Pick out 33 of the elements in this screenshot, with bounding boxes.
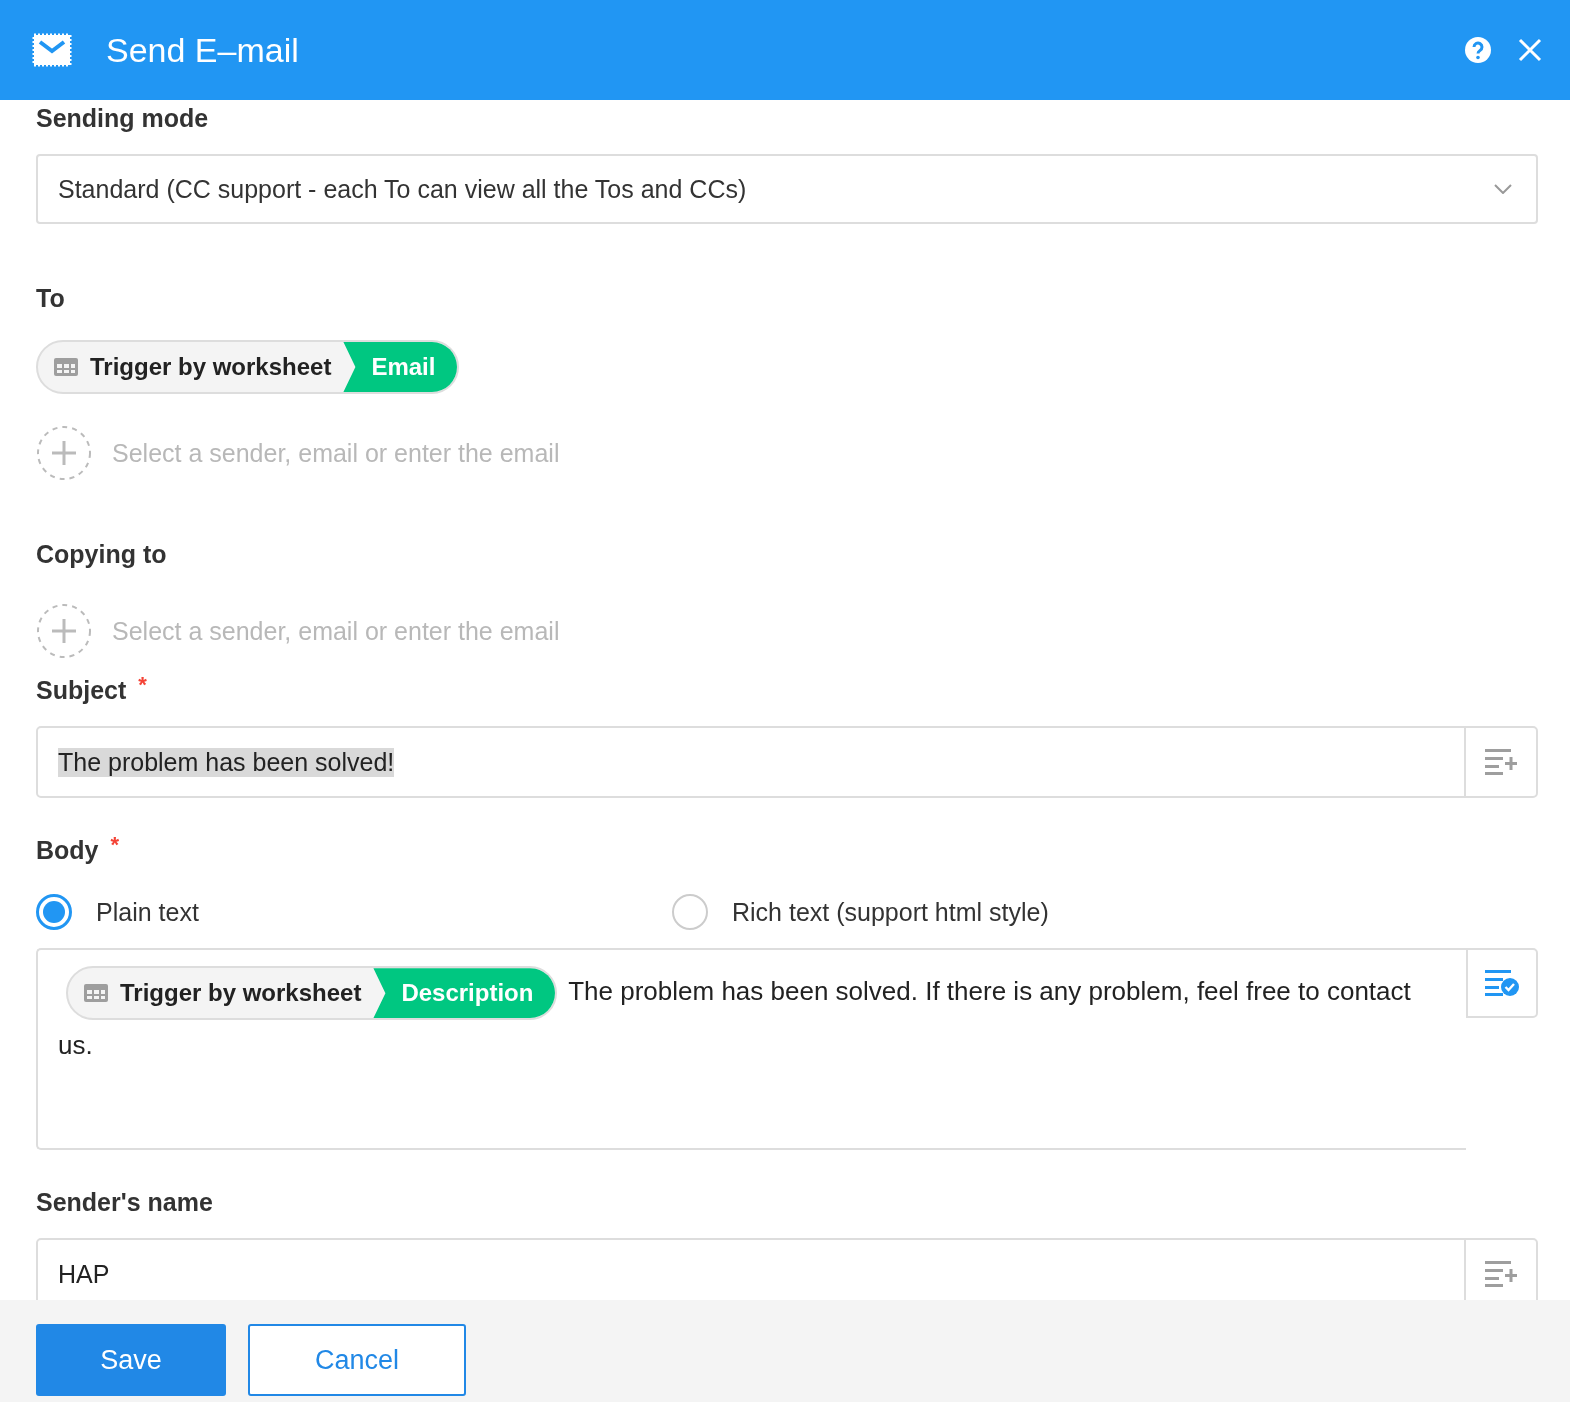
radio-button[interactable] <box>36 894 72 930</box>
required-mark: * <box>138 672 147 698</box>
token-source: Trigger by worksheet <box>90 353 333 381</box>
help-icon[interactable] <box>1464 36 1492 64</box>
radio-label[interactable]: Rich text (support html style) <box>732 897 1049 927</box>
table-icon <box>54 358 78 376</box>
list-check-icon <box>1485 970 1519 996</box>
recipient-input[interactable]: Select a sender, email or enter the email <box>112 616 812 646</box>
field-label: Sender's name <box>36 1187 213 1217</box>
add-icon[interactable] <box>36 603 92 659</box>
table-icon <box>84 984 108 1003</box>
dialog-title: Send E–mail <box>106 30 300 70</box>
cancel-button[interactable]: Cancel <box>248 1324 466 1396</box>
recipient-input[interactable]: Select a sender, email or enter the email <box>112 438 812 468</box>
field-label: Copying to <box>36 539 167 569</box>
field-label: To <box>36 283 65 313</box>
field-options-button[interactable] <box>1466 948 1538 1018</box>
field-label: Body <box>36 835 99 865</box>
body-editor[interactable]: Trigger by worksheet Description The problem has been solved. If there is any problem, feel free to contact us. <box>36 948 1466 1150</box>
sending-mode-dropdown[interactable]: Standard (CC support - each To can view all the Tos and CCs) <box>36 154 1538 224</box>
token-field: Description <box>373 968 556 1019</box>
radio-button[interactable] <box>672 894 708 930</box>
field-label: Sending mode <box>36 103 209 133</box>
token-source: Trigger by worksheet <box>120 978 363 1009</box>
add-icon[interactable] <box>36 425 92 481</box>
radio-label[interactable]: Plain text <box>96 897 199 927</box>
save-button[interactable]: Save <box>36 1324 226 1396</box>
token-field: Email <box>343 342 458 392</box>
close-icon[interactable] <box>1518 38 1542 62</box>
envelope-icon <box>32 33 72 67</box>
required-mark: * <box>110 832 120 858</box>
field-label: Subject <box>36 675 127 705</box>
chevron-down-icon <box>1494 184 1512 194</box>
